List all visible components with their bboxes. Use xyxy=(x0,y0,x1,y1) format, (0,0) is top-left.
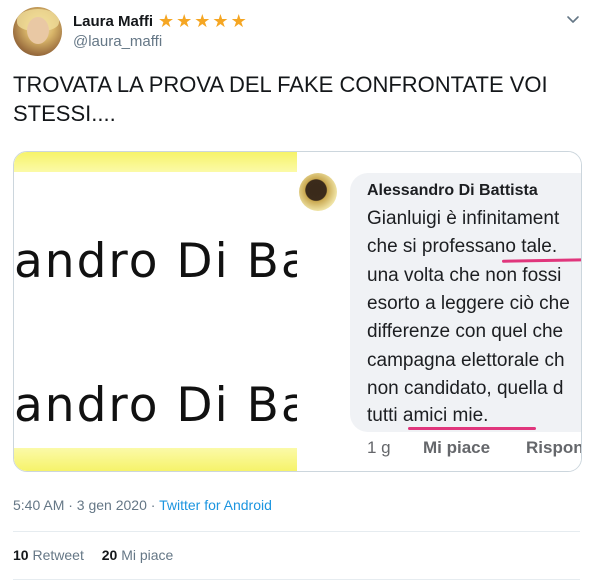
tweet-stats: 10 Retweet 20 Mi piace xyxy=(13,547,187,563)
user-display-name-row[interactable]: Laura Maffi ★★★★★ xyxy=(73,11,249,31)
zoomed-name-text: andro Di Ba xyxy=(14,234,297,289)
star-icon: ★★★★★ xyxy=(158,11,249,31)
avatar-face xyxy=(27,17,49,44)
comment-line: esorto a leggere ciò che xyxy=(367,293,570,314)
comment-avatar xyxy=(299,173,337,211)
media-comment-crop: Alessandro Di Battista Gianluigi è infin… xyxy=(297,152,581,471)
highlight-band xyxy=(14,448,297,471)
user-handle[interactable]: @laura_maffi xyxy=(73,33,162,50)
underline-mark xyxy=(501,258,581,263)
comment-bubble: Alessandro Di Battista Gianluigi è infin… xyxy=(350,173,581,432)
likes-label: Mi piace xyxy=(121,547,174,563)
avatar[interactable] xyxy=(13,7,62,56)
likes-stat[interactable]: 20 Mi piace xyxy=(102,547,174,563)
comment-line: differenze con quel che xyxy=(367,321,564,342)
tweet-media-image[interactable]: andro Di Ba andro Di Ba Alessandro Di Ba… xyxy=(13,151,582,472)
display-name[interactable]: Laura Maffi xyxy=(73,13,153,30)
comment-time: 1 g xyxy=(367,438,391,457)
tweet-text-line: STESSI.... xyxy=(13,101,116,126)
highlight-band xyxy=(14,152,297,172)
retweets-count: 10 xyxy=(13,547,29,563)
underline-mark xyxy=(408,427,536,430)
tweet-meta: 5:40 AM · 3 gen 2020 · Twitter for Andro… xyxy=(13,497,272,513)
comment-author: Alessandro Di Battista xyxy=(367,182,538,199)
chevron-down-icon[interactable] xyxy=(565,11,581,27)
comment-line: campagna elettorale ch xyxy=(367,350,565,371)
tweet-text-line: TROVATA LA PROVA DEL FAKE CONFRONTATE VO… xyxy=(13,72,548,97)
comment-reply: Rispon xyxy=(526,438,581,457)
tweet-text: TROVATA LA PROVA DEL FAKE CONFRONTATE VO… xyxy=(13,70,573,128)
retweets-stat[interactable]: 10 Retweet xyxy=(13,547,84,563)
comment-line: una volta che non fossi xyxy=(367,265,562,286)
tweet-source-link[interactable]: Twitter for Android xyxy=(159,497,272,513)
likes-count: 20 xyxy=(101,547,118,563)
comment-line: non candidato, quella d xyxy=(367,378,564,399)
tweet-timestamp[interactable]: 5:40 AM · 3 gen 2020 · xyxy=(13,497,159,513)
comment-line: tutti amici mie. xyxy=(367,405,489,426)
divider xyxy=(13,579,580,580)
retweets-label: Retweet xyxy=(32,547,84,563)
zoomed-name-text: andro Di Ba xyxy=(14,378,297,433)
divider xyxy=(13,531,580,532)
comment-line: che si professano tale. xyxy=(367,236,558,257)
comment-like: Mi piace xyxy=(423,438,491,457)
media-zoomed-crop: andro Di Ba andro Di Ba xyxy=(14,152,297,471)
comment-line: Gianluigi è infinitament xyxy=(367,208,560,229)
